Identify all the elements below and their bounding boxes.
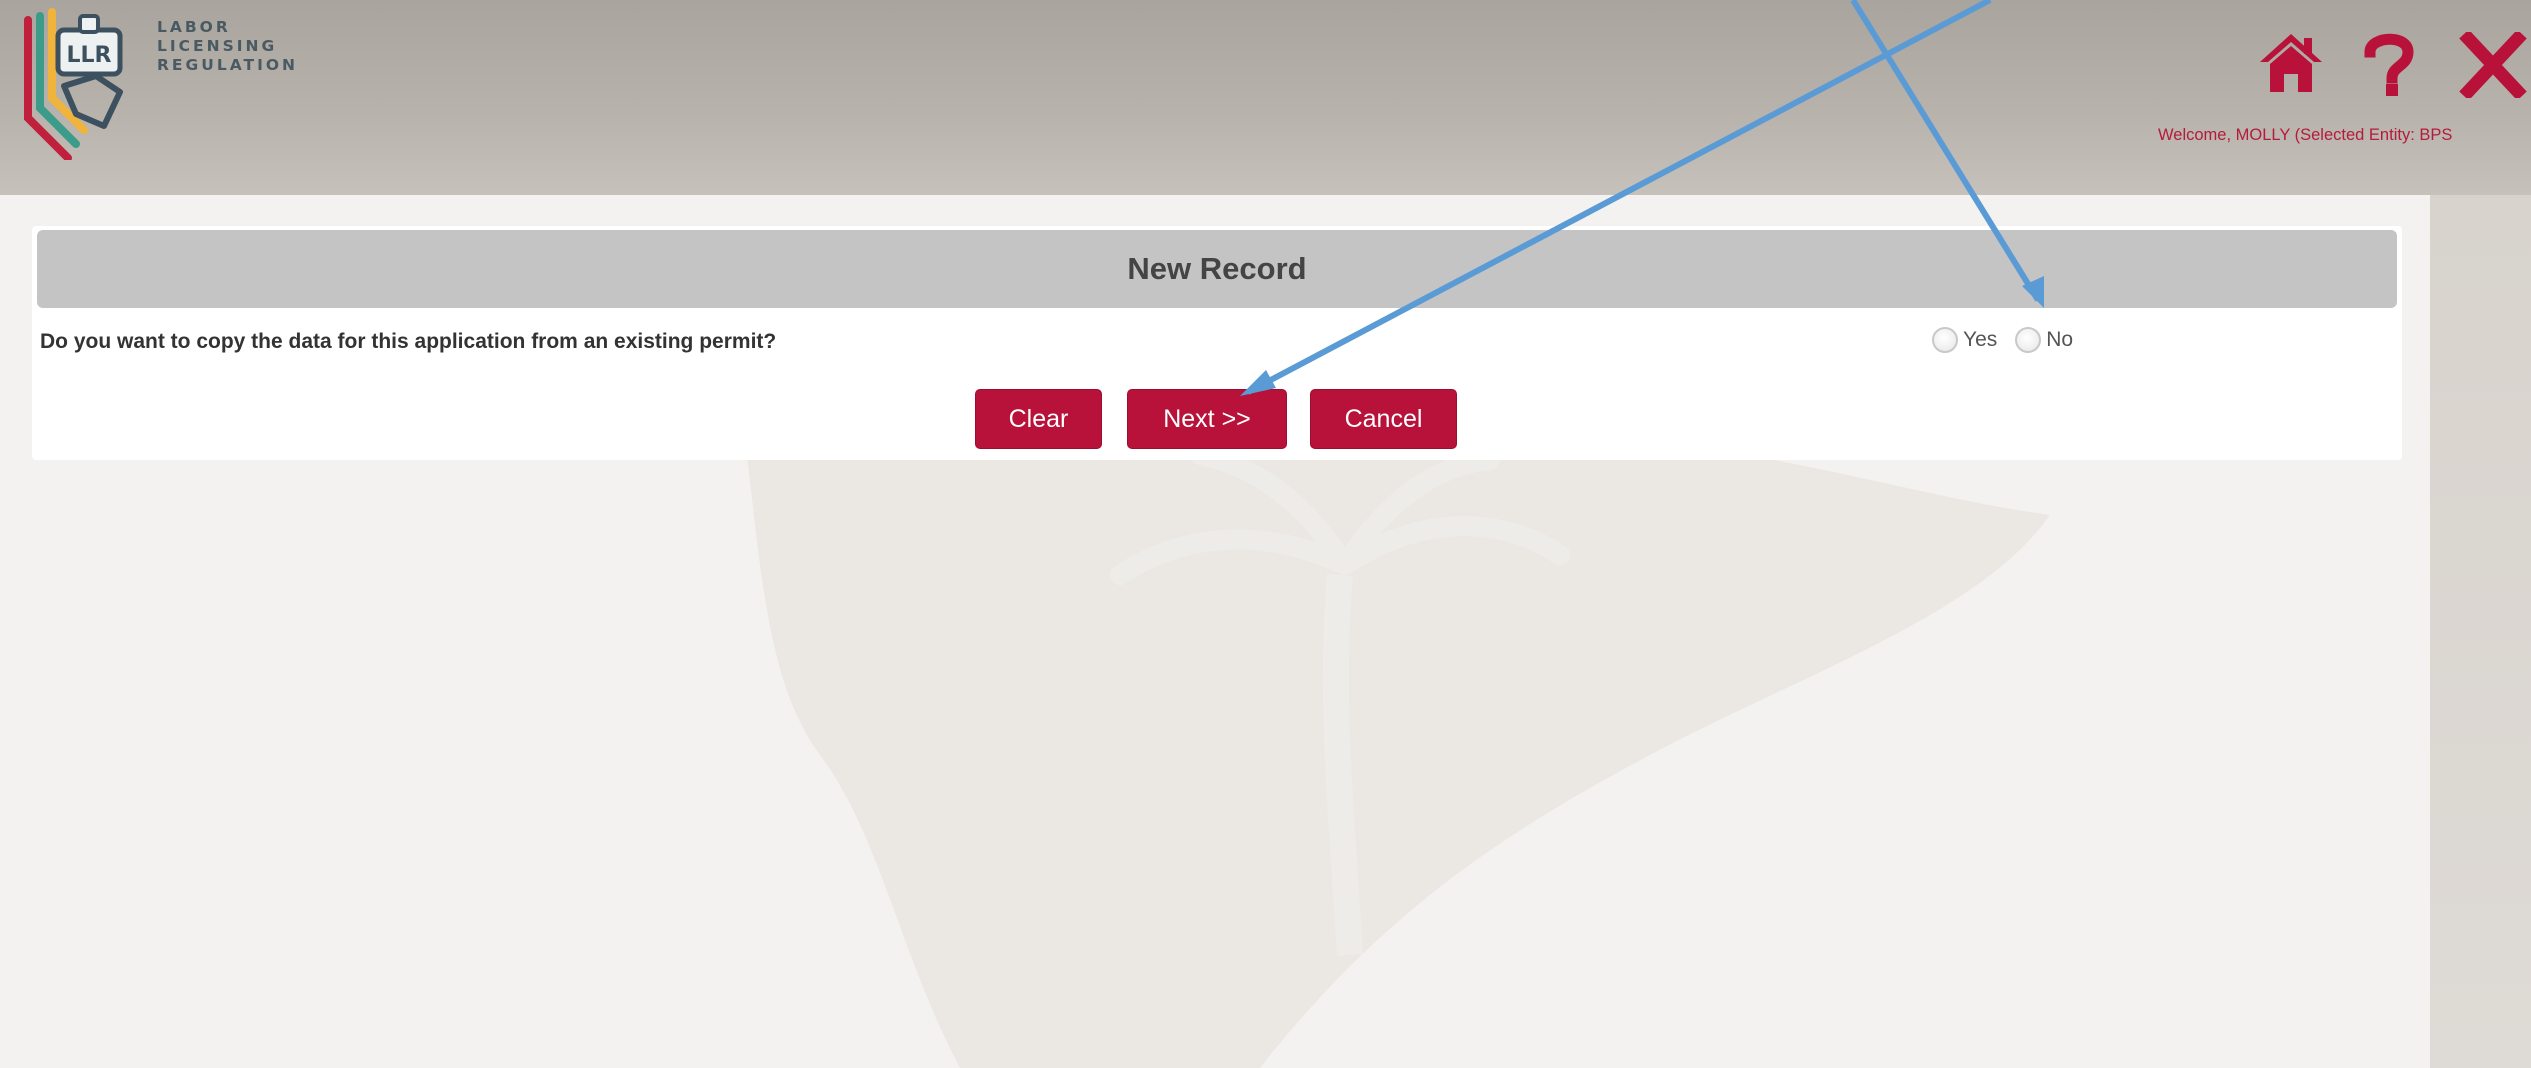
llr-logo: LLR [24, 8, 123, 160]
radio-yes-label: Yes [1963, 328, 1998, 351]
copy-data-question: Do you want to copy the data for this ap… [40, 330, 777, 353]
logo-line-1: LABOR [157, 18, 231, 36]
radio-option-yes[interactable]: Yes [1932, 327, 1997, 353]
welcome-text: Welcome, MOLLY (Selected Entity: BPS [2158, 126, 2453, 144]
radio-option-no[interactable]: No [2015, 327, 2073, 353]
home-icon[interactable] [2258, 32, 2324, 94]
copy-data-radio-group: Yes No [1932, 327, 2091, 353]
new-record-card: New Record Do you want to copy the data … [32, 226, 2402, 460]
close-icon[interactable] [2458, 32, 2528, 98]
logo-line-2: LICENSING [157, 37, 278, 55]
radio-no-label: No [2046, 328, 2074, 351]
clear-button[interactable]: Clear [975, 389, 1102, 449]
next-button[interactable]: Next >> [1127, 389, 1287, 449]
radio-yes[interactable] [1932, 327, 1958, 353]
radio-no[interactable] [2015, 327, 2042, 353]
card-title: New Record [37, 230, 2397, 308]
cancel-button[interactable]: Cancel [1310, 389, 1457, 449]
app-header: LLR LABOR LICENSING REGULATION Welcome, … [0, 0, 2531, 195]
logo-text: LABOR LICENSING REGULATION [157, 18, 298, 75]
logo-mark: LLR [67, 43, 112, 68]
logo-line-3: REGULATION [157, 56, 298, 74]
help-icon[interactable] [2362, 32, 2414, 98]
